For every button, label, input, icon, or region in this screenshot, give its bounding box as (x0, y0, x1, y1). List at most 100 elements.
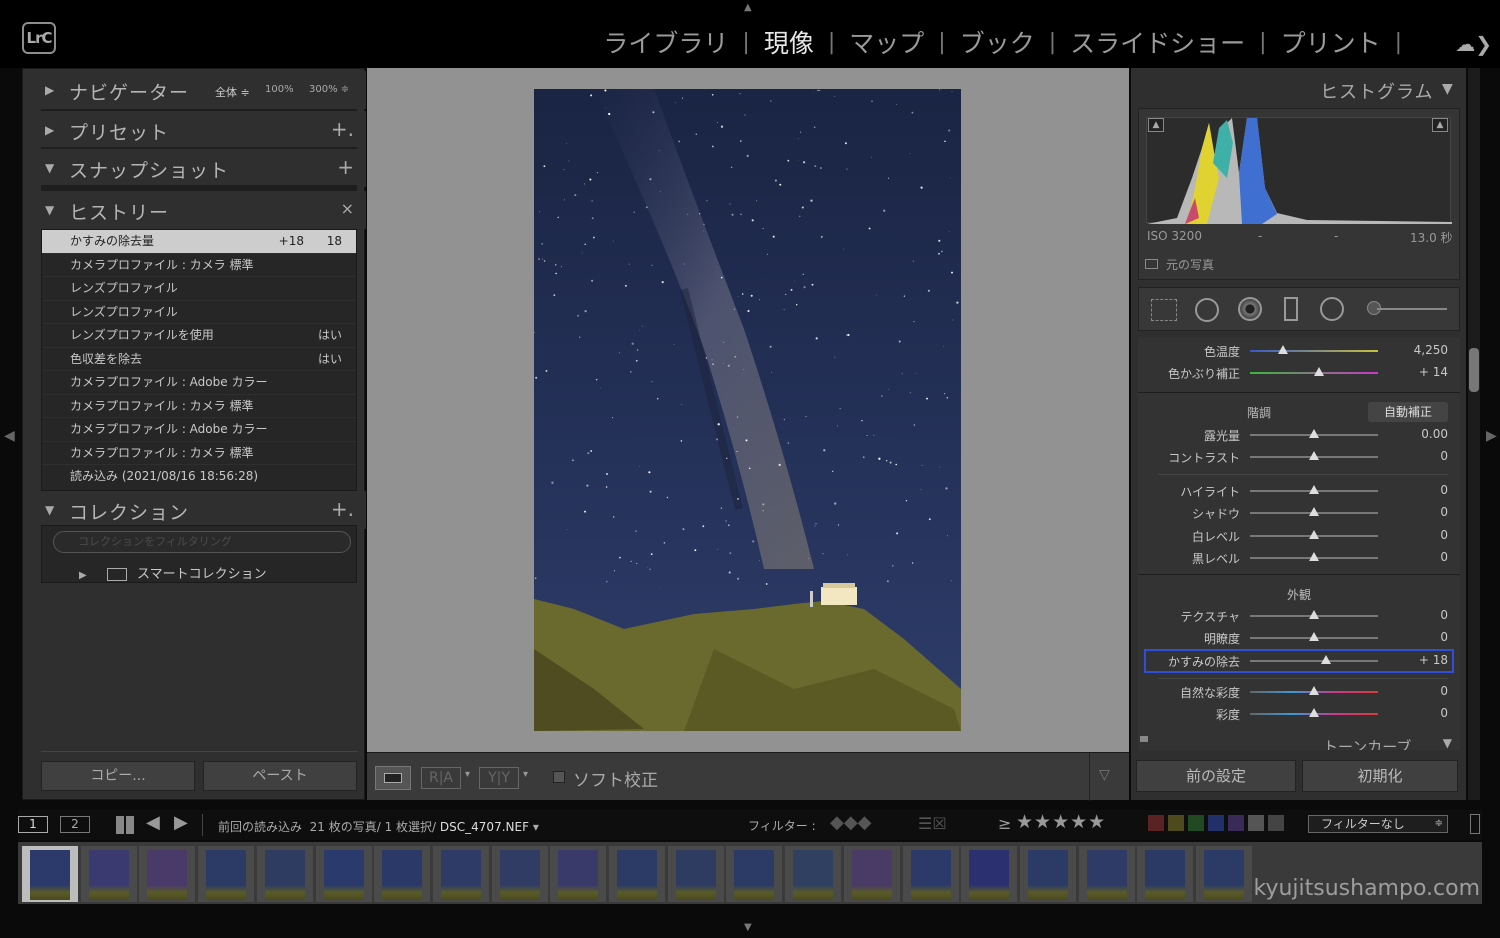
contrast-value[interactable]: 0 (1440, 449, 1448, 463)
vibrance-slider-row[interactable]: 自然な彩度 0 (1138, 681, 1460, 703)
temp-thumb[interactable] (1278, 345, 1289, 354)
no-label-swatch[interactable] (1268, 815, 1284, 831)
toolbar-menu-chevron-icon[interactable]: ▽ (1099, 767, 1110, 783)
exposure-slider-row[interactable]: 露光量 0.00 (1138, 424, 1460, 446)
navigator-header[interactable]: ▶ ナビゲーター 全体 ≑ 100% 300% ≑ (23, 71, 366, 109)
auto-tone-button[interactable]: 自動補正 (1368, 402, 1448, 422)
highlights-value[interactable]: 0 (1440, 483, 1448, 497)
before-after-ra-button[interactable]: R|A (421, 767, 461, 789)
cloud-sync-icon[interactable]: ☁❯ (1455, 32, 1492, 56)
forward-arrow-icon[interactable]: ▶ (174, 812, 188, 833)
star-filter[interactable]: ★★★★★ (1016, 811, 1106, 833)
smart-collection-row[interactable]: ▶ スマートコレクション (79, 563, 267, 582)
filmstrip-thumbnail[interactable] (1137, 846, 1194, 902)
texture-value[interactable]: 0 (1440, 608, 1448, 622)
back-arrow-icon[interactable]: ◀ (146, 812, 160, 833)
original-photo-checkbox[interactable] (1145, 259, 1158, 269)
shadows-thumb[interactable] (1309, 507, 1319, 516)
history-item[interactable]: レンズプロファイルを使用 はい (42, 324, 356, 348)
vibrance-thumb[interactable] (1309, 686, 1319, 695)
filmstrip-thumbnail[interactable] (491, 846, 548, 902)
chevron-down-icon[interactable]: ▾ (533, 820, 539, 834)
dehaze-value[interactable]: + 18 (1419, 653, 1448, 667)
right-panel-scrollbar[interactable] (1468, 68, 1480, 800)
paste-button[interactable]: ペースト (203, 761, 357, 791)
highlights-thumb[interactable] (1309, 485, 1319, 494)
history-item[interactable]: レンズプロファイル (42, 301, 356, 324)
history-item[interactable]: カメラプロファイル : カメラ 標準 (42, 395, 356, 418)
temp-value[interactable]: 4,250 (1414, 343, 1448, 357)
flag-filter-icon[interactable]: ◆◆◆ (830, 812, 872, 833)
chevron-down-icon[interactable]: ▾ (465, 769, 470, 780)
custom-label-swatch[interactable] (1248, 815, 1264, 831)
filmstrip-thumbnail[interactable] (374, 846, 431, 902)
zoom-300[interactable]: 300% ≑ (309, 84, 349, 95)
filmstrip-thumbnail[interactable] (80, 846, 137, 902)
history-item[interactable]: カメラプロファイル : Adobe カラー (42, 371, 356, 395)
filmstrip-thumbnail[interactable] (1019, 846, 1076, 902)
edit-filter-icon[interactable]: ☰☒ (918, 814, 947, 833)
history-item[interactable]: カメラプロファイル : カメラ 標準 (42, 254, 356, 277)
green-label-swatch[interactable] (1188, 815, 1204, 831)
filmstrip-thumbnail[interactable] (785, 846, 842, 902)
shadows-slider-row[interactable]: シャドウ 0 (1138, 502, 1460, 524)
presets-header[interactable]: ▶ プリセット +. (23, 111, 366, 149)
filter-lock-icon[interactable] (1470, 814, 1480, 834)
previous-settings-button[interactable]: 前の設定 (1136, 760, 1296, 792)
module-map[interactable]: マップ (843, 24, 930, 60)
clarity-slider-row[interactable]: 明瞭度 0 (1138, 627, 1460, 649)
shadow-clipping-icon[interactable]: ▲ (1148, 118, 1164, 132)
collection-search-input[interactable]: コレクションをフィルタリング (53, 531, 351, 553)
collapse-left-arrow-icon[interactable]: ◀ (4, 428, 15, 444)
source-path[interactable]: 前回の読み込み 21 枚の写真/ 1 枚選択/ DSC_4707.NEF ▾ (218, 818, 539, 835)
filmstrip-thumbnail[interactable] (550, 846, 607, 902)
crop-tool-icon[interactable] (1151, 299, 1177, 321)
saturation-thumb[interactable] (1309, 708, 1319, 717)
snapshots-header[interactable]: ▼ スナップショット + (23, 149, 366, 187)
before-after-yy-button[interactable]: Y|Y (479, 767, 519, 789)
history-item[interactable]: レンズプロファイル (42, 277, 356, 301)
filmstrip-thumbnail[interactable] (726, 846, 783, 902)
temp-slider-row[interactable]: 色温度 4,250 (1138, 340, 1460, 362)
blue-label-swatch[interactable] (1208, 815, 1224, 831)
history-item[interactable]: カメラプロファイル : Adobe カラー (42, 418, 356, 442)
filmstrip-thumbnail[interactable] (315, 846, 372, 902)
add-snapshot-icon[interactable]: + (337, 155, 354, 179)
collapse-bottom-arrow-icon[interactable]: ▼ (744, 922, 752, 933)
filmstrip-thumbnail[interactable] (1078, 846, 1135, 902)
add-collection-icon[interactable]: +. (331, 497, 354, 521)
module-slideshow[interactable]: スライドショー (1064, 24, 1251, 60)
panel-toggle-icon[interactable] (1140, 736, 1148, 742)
module-print[interactable]: プリント (1275, 24, 1387, 60)
collapse-right-arrow-icon[interactable]: ▶ (1486, 428, 1497, 444)
blacks-value[interactable]: 0 (1440, 550, 1448, 564)
dehaze-slider-row[interactable]: かすみの除去 + 18 (1138, 650, 1460, 672)
exposure-thumb[interactable] (1309, 429, 1319, 438)
history-item[interactable]: 色収差を除去 はい (42, 348, 356, 371)
filmstrip-thumbnail[interactable] (22, 846, 78, 902)
filmstrip-thumbnail[interactable] (256, 846, 313, 902)
purple-label-swatch[interactable] (1228, 815, 1244, 831)
zoom-100[interactable]: 100% (265, 84, 294, 95)
filmstrip-thumbnail[interactable] (667, 846, 724, 902)
collapse-top-arrow-icon[interactable]: ▲ (744, 2, 752, 13)
module-library[interactable]: ライブラリ (597, 24, 734, 60)
rating-operator[interactable]: ≥ (998, 814, 1011, 833)
filmstrip-thumbnail[interactable] (961, 846, 1018, 902)
module-develop[interactable]: 現像 (758, 24, 820, 60)
filmstrip-thumbnail[interactable] (609, 846, 665, 902)
history-item[interactable]: 読み込み (2021/08/16 18:56:28) (42, 465, 356, 489)
soft-proof-checkbox[interactable] (553, 771, 565, 783)
filmstrip-thumbnail[interactable] (139, 846, 196, 902)
dehaze-thumb[interactable] (1320, 655, 1331, 664)
grid-view-icon[interactable] (116, 816, 134, 834)
filmstrip-thumbnail[interactable] (198, 846, 255, 902)
tint-slider-row[interactable]: 色かぶり補正 + 14 (1138, 362, 1460, 384)
history-item[interactable]: カメラプロファイル : カメラ 標準 (42, 442, 356, 465)
chevron-down-icon[interactable]: ▾ (523, 769, 528, 780)
main-window-button[interactable]: 1 (18, 816, 48, 833)
yellow-label-swatch[interactable] (1168, 815, 1184, 831)
graduated-filter-icon[interactable] (1284, 297, 1298, 321)
history-header[interactable]: ▼ ヒストリー × (23, 191, 366, 229)
whites-value[interactable]: 0 (1440, 528, 1448, 542)
